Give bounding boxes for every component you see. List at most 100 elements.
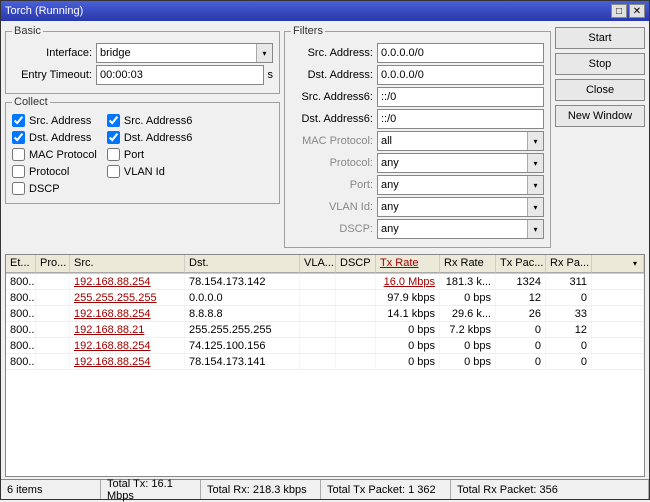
table-row[interactable]: 800...192.168.88.2548.8.8.814.1 kbps29.6… xyxy=(6,306,644,322)
col-dscp[interactable]: DSCP xyxy=(336,255,376,273)
table-row[interactable]: 800...255.255.255.2550.0.0.097.9 kbps0 b… xyxy=(6,290,644,306)
table-row[interactable]: 800...192.168.88.25478.154.173.14216.0 M… xyxy=(6,274,644,290)
table-cell: 0 bps xyxy=(376,338,440,353)
minimize-icon[interactable]: □ xyxy=(611,4,627,18)
table-cell: 8.8.8.8 xyxy=(185,306,300,321)
chevron-down-icon[interactable]: ▾ xyxy=(527,176,543,194)
col-src[interactable]: Src. xyxy=(70,255,185,273)
col-menu[interactable]: ▾ xyxy=(592,255,644,273)
table-cell: 0 xyxy=(546,354,592,369)
collect-protocol[interactable]: Protocol xyxy=(12,165,97,178)
table-cell xyxy=(592,322,644,337)
table-cell: 0 xyxy=(496,354,546,369)
status-total-rx: Total Rx: 218.3 kbps xyxy=(201,480,321,499)
collect-mac-protocol[interactable]: MAC Protocol xyxy=(12,148,97,161)
chevron-down-icon[interactable]: ▾ xyxy=(256,44,272,62)
start-button[interactable]: Start xyxy=(555,27,645,49)
table-cell: 0 xyxy=(546,290,592,305)
timeout-input[interactable] xyxy=(96,65,264,85)
filter-dst-addr-input[interactable] xyxy=(377,65,544,85)
filter-port-label: Port: xyxy=(291,179,373,191)
checkbox-proto[interactable] xyxy=(12,165,25,178)
table-cell: 192.168.88.254 xyxy=(70,338,185,353)
collect-src-address[interactable]: Src. Address xyxy=(12,114,97,127)
interface-combo[interactable]: bridge ▾ xyxy=(96,43,273,63)
table-cell: 800... xyxy=(6,274,36,289)
chevron-down-icon[interactable]: ▾ xyxy=(527,220,543,238)
table-cell: 29.6 k... xyxy=(440,306,496,321)
col-eth[interactable]: Et... xyxy=(6,255,36,273)
col-vlan[interactable]: VLA... xyxy=(300,255,336,273)
col-rxpackets[interactable]: Rx Pa... xyxy=(546,255,592,273)
status-total-rx-packet: Total Rx Packet: 356 xyxy=(451,480,649,499)
table-cell: 0 xyxy=(496,338,546,353)
collect-vlan[interactable]: VLAN Id xyxy=(107,165,192,178)
table-cell: 33 xyxy=(546,306,592,321)
table-row[interactable]: 800...192.168.88.25478.154.173.1410 bps0… xyxy=(6,354,644,370)
collect-port[interactable]: Port xyxy=(107,148,192,161)
filter-mac-proto-combo[interactable]: all▾ xyxy=(377,131,544,151)
table-cell: 800... xyxy=(6,354,36,369)
table-cell: 800... xyxy=(6,306,36,321)
close-icon[interactable]: ✕ xyxy=(629,4,645,18)
new-window-button[interactable]: New Window xyxy=(555,105,645,127)
col-rxrate[interactable]: Rx Rate xyxy=(440,255,496,273)
checkbox-src-addr[interactable] xyxy=(12,114,25,127)
collect-dst-address6[interactable]: Dst. Address6 xyxy=(107,131,192,144)
status-bar: 6 items Total Tx: 16.1 Mbps Total Rx: 21… xyxy=(1,479,649,499)
table-cell: 0 bps xyxy=(440,338,496,353)
filter-src-addr-input[interactable] xyxy=(377,43,544,63)
filter-port-combo[interactable]: any▾ xyxy=(377,175,544,195)
filter-dst-addr6-input[interactable] xyxy=(377,109,544,129)
filter-src-addr6-input[interactable] xyxy=(377,87,544,107)
table-cell xyxy=(300,306,336,321)
collect-dscp[interactable]: DSCP xyxy=(12,182,97,195)
table-row[interactable]: 800...192.168.88.21255.255.255.2550 bps7… xyxy=(6,322,644,338)
col-dst[interactable]: Dst. xyxy=(185,255,300,273)
checkbox-vlan[interactable] xyxy=(107,165,120,178)
stop-button[interactable]: Stop xyxy=(555,53,645,75)
col-txrate[interactable]: Tx Rate xyxy=(376,255,440,273)
chevron-down-icon[interactable]: ▾ xyxy=(527,198,543,216)
filter-dscp-label: DSCP: xyxy=(291,223,373,235)
table-cell xyxy=(336,274,376,289)
table-cell: 255.255.255.255 xyxy=(70,290,185,305)
status-total-tx-packet: Total Tx Packet: 1 362 xyxy=(321,480,451,499)
checkbox-src-addr6[interactable] xyxy=(107,114,120,127)
checkbox-mac-proto[interactable] xyxy=(12,148,25,161)
close-button[interactable]: Close xyxy=(555,79,645,101)
checkbox-dscp[interactable] xyxy=(12,182,25,195)
table-cell xyxy=(36,322,70,337)
collect-src-address6[interactable]: Src. Address6 xyxy=(107,114,192,127)
table-cell xyxy=(592,290,644,305)
col-txpackets[interactable]: Tx Pac... xyxy=(496,255,546,273)
checkbox-port[interactable] xyxy=(107,148,120,161)
table-cell xyxy=(336,338,376,353)
table-body: 800...192.168.88.25478.154.173.14216.0 M… xyxy=(6,274,644,370)
filter-dscp-combo[interactable]: any▾ xyxy=(377,219,544,239)
status-total-tx: Total Tx: 16.1 Mbps xyxy=(101,480,201,499)
table-row[interactable]: 800...192.168.88.25474.125.100.1560 bps0… xyxy=(6,338,644,354)
table-cell xyxy=(592,306,644,321)
table-cell xyxy=(36,338,70,353)
results-table: Et... Pro... Src. Dst. VLA... DSCP Tx Ra… xyxy=(5,254,645,477)
window-title: Torch (Running) xyxy=(5,5,609,17)
table-cell: 800... xyxy=(6,290,36,305)
filter-proto-combo[interactable]: any▾ xyxy=(377,153,544,173)
filter-dst-addr6-label: Dst. Address6: xyxy=(291,113,373,125)
checkbox-dst-addr[interactable] xyxy=(12,131,25,144)
checkbox-dst-addr6[interactable] xyxy=(107,131,120,144)
table-cell: 74.125.100.156 xyxy=(185,338,300,353)
chevron-down-icon[interactable]: ▾ xyxy=(631,259,639,268)
col-proto[interactable]: Pro... xyxy=(36,255,70,273)
table-cell: 12 xyxy=(496,290,546,305)
chevron-down-icon[interactable]: ▾ xyxy=(527,154,543,172)
timeout-unit: s xyxy=(268,69,274,81)
table-cell: 78.154.173.142 xyxy=(185,274,300,289)
table-cell xyxy=(36,274,70,289)
timeout-label: Entry Timeout: xyxy=(12,69,92,81)
collect-dst-address[interactable]: Dst. Address xyxy=(12,131,97,144)
filter-vlan-combo[interactable]: any▾ xyxy=(377,197,544,217)
table-cell: 14.1 kbps xyxy=(376,306,440,321)
chevron-down-icon[interactable]: ▾ xyxy=(527,132,543,150)
